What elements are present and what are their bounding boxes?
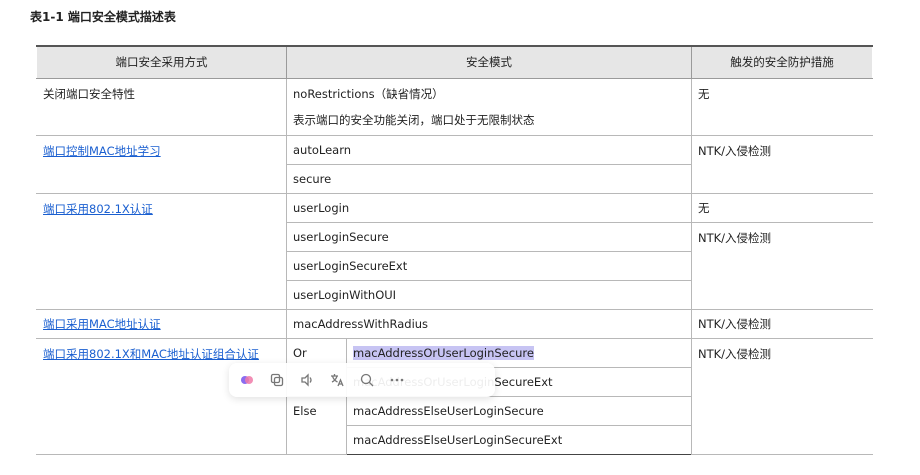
mode-cell: userLoginWithOUI [286,279,692,310]
mode-cell: noRestrictions（缺省情况） 表示端口的安全功能关闭，端口处于无限制… [286,77,692,136]
method-cell: 端口控制MAC地址学习 [36,134,287,194]
method-cell: 端口采用MAC地址认证 [36,308,287,339]
selected-text-highlight[interactable]: macAddressOrUserLoginSecure [353,345,534,360]
action-cell: NTK/入侵检测 [691,337,873,455]
mode-cell: userLogin [286,192,692,223]
method-link-8021x[interactable]: 端口采用802.1X认证 [43,202,153,216]
search-icon[interactable] [357,370,377,390]
method-link-mac-auth[interactable]: 端口采用MAC地址认证 [43,317,161,331]
more-icon[interactable] [387,370,407,390]
mode-cell: userLoginSecure [286,221,692,252]
table-header-row: 端口安全采用方式 安全模式 触发的安全防护措施 [36,45,873,79]
method-text: 关闭端口安全特性 [43,86,135,101]
table-caption: 表1-1 端口安全模式描述表 [30,10,176,24]
method-link-mac-learning[interactable]: 端口控制MAC地址学习 [43,144,161,158]
method-cell: 端口采用802.1X认证 [36,192,287,310]
table-row: 关闭端口安全特性 noRestrictions（缺省情况） 表示端口的安全功能关… [36,77,873,136]
method-cell: 关闭端口安全特性 [36,77,287,136]
else-label-cell: Else [286,395,347,455]
ai-assistant-icon[interactable] [237,370,257,390]
mode-text: noRestrictions（缺省情况） [293,86,444,101]
mode-cell: secure [286,163,692,194]
header-mode: 安全模式 [286,45,692,79]
table-row: 端口采用MAC地址认证 macAddressWithRadius NTK/入侵检… [36,308,873,339]
action-cell: 无 [691,77,873,136]
action-cell: NTK/入侵检测 [691,221,873,310]
action-cell: NTK/入侵检测 [691,308,873,339]
copy-icon[interactable] [267,370,287,390]
read-aloud-icon[interactable] [297,370,317,390]
selection-toolbar [229,363,495,397]
table-row: 端口采用802.1X认证 userLogin 无 [36,192,873,310]
translate-icon[interactable] [327,370,347,390]
header-action: 触发的安全防护措施 [691,45,873,79]
table-row: 端口控制MAC地址学习 autoLearn NTK/入侵检测 [36,134,873,194]
mode-cell: macAddressElseUserLoginSecure [346,395,692,426]
mode-cell: macAddressElseUserLoginSecureExt [346,424,692,455]
action-cell: NTK/入侵检测 [691,134,873,194]
action-cell: 无 [691,192,873,223]
mode-cell: userLoginSecureExt [286,250,692,281]
header-method: 端口安全采用方式 [36,45,287,79]
mode-cell: macAddressWithRadius [286,308,692,339]
method-link-combined-auth[interactable]: 端口采用802.1X和MAC地址认证组合认证 [43,347,259,361]
mode-description: 表示端口的安全功能关闭，端口处于无限制状态 [293,112,535,127]
mode-cell: autoLearn [286,134,692,165]
